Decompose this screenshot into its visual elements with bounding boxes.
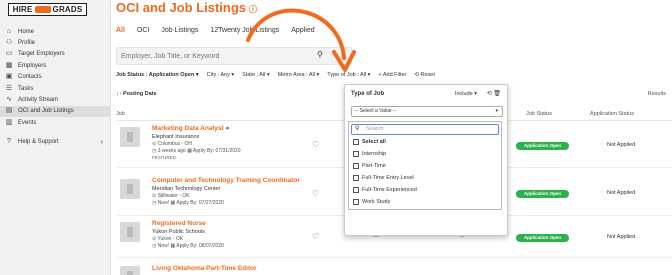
employer-logo-placeholder <box>120 266 140 275</box>
column-header-application-status: Application Status <box>590 111 635 117</box>
logo-os-mark <box>34 6 51 13</box>
sidebar-item-events[interactable]: ▥ Events <box>0 117 111 128</box>
building-icon: ▦ <box>5 61 13 69</box>
application-status: Not Applied <box>607 142 636 148</box>
search-icon[interactable]: ⚲ <box>317 50 323 59</box>
heart-icon[interactable]: ♡ <box>312 232 319 241</box>
job-title-link[interactable]: Marketing Data Analyst ● <box>152 125 229 132</box>
heart-icon[interactable]: ♡ <box>312 140 319 149</box>
chevron-down-icon: ▾ <box>495 108 498 114</box>
popover-title: Type of Job <box>351 91 385 97</box>
filter-job-status[interactable]: Job Status : Application Open ▾ <box>116 72 199 78</box>
application-status: Not Applied <box>607 190 636 196</box>
table-row[interactable]: Living Oklahoma Part-Time Editor <box>116 262 672 275</box>
column-header-job-status: Job Status <box>526 111 552 117</box>
tab-applied[interactable]: Applied <box>291 27 314 34</box>
employer-logo-placeholder <box>120 179 140 199</box>
checkbox[interactable] <box>353 163 359 169</box>
tab-bar: All OCI Job Listings 12Twenty Job Listin… <box>116 27 327 34</box>
calendar-icon: ▥ <box>5 118 13 126</box>
job-title-link[interactable]: Living Oklahoma Part-Time Editor <box>152 265 257 272</box>
status-badge: Application Open <box>516 142 569 150</box>
status-badge: Application Open <box>516 234 569 242</box>
reset-delete-icons[interactable]: ⟲ 🗑 <box>487 90 501 97</box>
sidebar-item-profile[interactable]: ⚇ Profile <box>0 37 111 48</box>
featured-badge: FEATURED <box>152 155 176 160</box>
application-status: Not Applied <box>607 234 636 240</box>
job-title-link[interactable]: Computer and Technology Training Coordin… <box>152 177 300 184</box>
tab-job-listings[interactable]: Job Listings <box>161 27 198 34</box>
sidebar-item-help-support[interactable]: ? Help & Support › <box>0 137 111 148</box>
employer-name: Elephant Insurance <box>152 134 200 140</box>
sidebar-item-home[interactable]: ⌂ Home <box>0 26 111 37</box>
employer-logo-placeholder <box>120 127 140 147</box>
tasks-icon: ☰ <box>5 84 13 92</box>
contacts-icon: ▣ <box>5 73 13 81</box>
filter-bar: Job Status : Application Open ▾ City : A… <box>116 72 443 78</box>
filter-state[interactable]: State : All ▾ <box>242 72 270 78</box>
checkbox[interactable] <box>353 151 359 157</box>
option-part-time[interactable]: Part-Time <box>353 163 386 169</box>
home-icon: ⌂ <box>6 27 12 35</box>
listings-icon: ▤ <box>5 107 13 115</box>
filter-metro-area[interactable]: Metro Area : All ▾ <box>278 72 320 78</box>
option-full-time-entry-level[interactable]: Full-Time Entry Level <box>353 175 414 181</box>
filter-type-of-job[interactable]: Type of Job : All ▾ <box>327 72 370 78</box>
checkbox[interactable] <box>353 175 359 181</box>
sidebar-item-oci-job-listings[interactable]: ▤ OCI and Job Listings <box>0 105 111 118</box>
checkbox[interactable] <box>353 139 359 145</box>
briefcase-icon: ▭ <box>5 50 13 58</box>
sort-posting-date[interactable]: ↓↑ Posting Date <box>116 91 157 97</box>
employer-name: Yukon Public Schools <box>152 229 205 235</box>
value-dropdown-list: ⚲ Search Select all Internship Part-Time … <box>348 121 502 210</box>
main-content: OCI and Job Listings ⓘ All OCI Job Listin… <box>112 0 672 275</box>
checkbox[interactable] <box>353 187 359 193</box>
column-header-job: Job <box>116 111 125 117</box>
option-internship[interactable]: Internship <box>353 151 386 157</box>
tab-12twenty-job-listings[interactable]: 12Twenty Job Listings <box>210 27 279 34</box>
employer-logo-placeholder <box>120 222 140 242</box>
job-meta: ◷ New! ▦ Apply By: 08/07/2020 <box>152 243 224 249</box>
sidebar-item-target-employers[interactable]: ▭ Target Employers <box>0 49 111 60</box>
activity-icon: ∿ <box>6 96 12 104</box>
sidebar: HIRE GRADS ⌂ Home ⚇ Profile ▭ Target Employ… <box>0 0 111 275</box>
results-label: Results <box>647 91 666 97</box>
tab-all[interactable]: All <box>116 27 125 34</box>
dropdown-search-input[interactable]: ⚲ Search <box>351 124 499 135</box>
option-full-time-experienced[interactable]: Full-Time Experienced <box>353 187 417 193</box>
job-title-link[interactable]: Registered Nurse <box>152 220 206 227</box>
value-select[interactable]: -- Select a Value -- ▾ <box>351 106 503 117</box>
verified-icon: ● <box>225 125 230 132</box>
job-meta: ◷ 3 weeks ago ▦ Apply By: 07/31/2020 <box>152 148 241 154</box>
sidebar-nav: ⌂ Home ⚇ Profile ▭ Target Employers ▦ Employ… <box>0 26 111 148</box>
status-badge: Application Open <box>516 190 569 198</box>
employer-name: Meridian Technology Center <box>152 186 221 192</box>
help-icon: ? <box>7 138 11 146</box>
filter-city[interactable]: City : Any ▾ <box>207 72 235 78</box>
user-icon: ⚇ <box>5 39 13 47</box>
reset-filters-button[interactable]: ⟲ Reset <box>414 72 435 78</box>
add-filter-button[interactable]: + Add Filter <box>378 72 406 78</box>
sidebar-item-activity-stream[interactable]: ∿ Activity Stream <box>0 94 111 105</box>
option-select-all[interactable]: Select all <box>353 139 386 145</box>
job-location: ⊙ Columbus - OH <box>152 141 193 147</box>
include-dropdown[interactable]: Include ▾ <box>455 91 477 97</box>
sidebar-item-employers[interactable]: ▦ Employers <box>0 60 111 71</box>
tab-oci[interactable]: OCI <box>137 27 149 34</box>
heart-icon[interactable]: ♡ <box>312 189 319 198</box>
search-icon: ⚲ <box>355 126 360 132</box>
job-location: ⊙ Stillwater - OK <box>152 193 190 199</box>
sidebar-item-tasks[interactable]: ☰ Tasks <box>0 83 111 94</box>
job-meta: ◷ New! ▦ Apply By: 07/27/2020 <box>152 200 224 206</box>
option-work-study[interactable]: Work Study <box>353 199 390 205</box>
checkbox[interactable] <box>353 199 359 205</box>
sidebar-item-contacts[interactable]: ▣ Contacts <box>0 72 111 83</box>
page-title: OCI and Job Listings ⓘ <box>116 0 258 15</box>
chevron-right-icon: › <box>100 138 103 146</box>
job-location: ⊙ Yukon - OK <box>152 236 184 242</box>
hire-os-grads-logo[interactable]: HIRE GRADS <box>8 3 87 16</box>
info-icon[interactable]: ⓘ <box>249 5 257 14</box>
